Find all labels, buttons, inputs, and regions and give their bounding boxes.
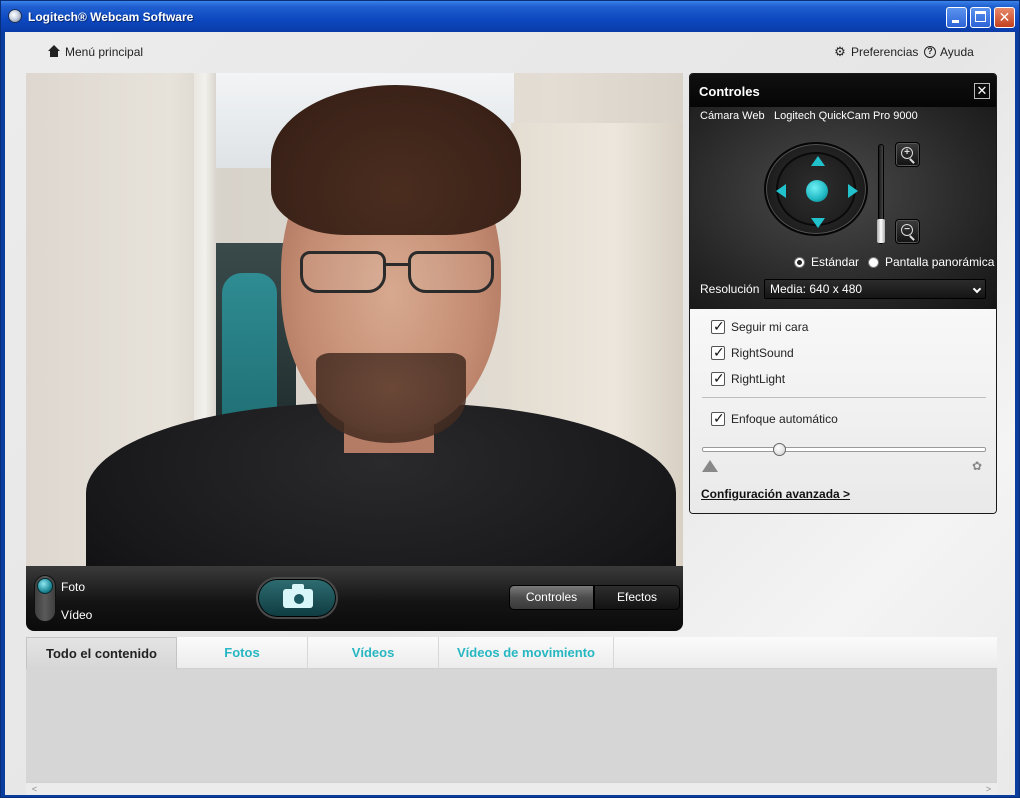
controls-panel-title: Controles	[699, 84, 760, 99]
glasses-lens-right	[408, 251, 494, 293]
client-area: Menú principal ⚙ Preferencias ? Ayuda Fo…	[5, 32, 1015, 795]
minimize-button[interactable]	[946, 7, 967, 28]
preview-toolbar: Foto Vídeo Controles Efectos	[26, 566, 683, 631]
tab-all-content[interactable]: Todo el contenido	[26, 637, 177, 669]
home-link[interactable]: Menú principal	[47, 45, 143, 59]
controls-panel-header: Controles ✕	[690, 74, 996, 107]
resolution-value: Media: 640 x 480	[770, 282, 863, 296]
focus-slider[interactable]	[702, 447, 986, 452]
view-mode-widescreen[interactable]: Pantalla panorámica	[868, 255, 994, 269]
follow-face-label: Seguir mi cara	[731, 320, 809, 334]
glasses-lens-left	[300, 251, 386, 293]
scroll-right-icon[interactable]: >	[982, 784, 995, 795]
zoom-out-button[interactable]: −	[895, 219, 920, 244]
mountain-icon	[702, 460, 718, 472]
rightsound-checkbox[interactable]: RightSound	[711, 344, 794, 361]
effects-toggle-button[interactable]: Efectos	[594, 585, 680, 610]
close-panel-button[interactable]: ✕	[974, 83, 990, 99]
rightlight-label: RightLight	[731, 372, 786, 386]
webcam-app-icon	[8, 9, 22, 23]
maximize-button[interactable]	[970, 7, 991, 28]
title-bar[interactable]: Logitech® Webcam Software ✕	[1, 1, 1019, 32]
zoom-in-button[interactable]: +	[895, 142, 920, 167]
preferences-link[interactable]: ⚙ Preferencias	[833, 44, 919, 60]
view-mode-standard[interactable]: Estándar	[794, 255, 859, 269]
checkbox-rightlight[interactable]	[711, 370, 725, 387]
camera-label: Cámara Web	[700, 110, 765, 122]
resolution-label: Resolución	[700, 282, 760, 296]
toggle-knob	[37, 578, 53, 594]
view-mode-widescreen-label: Pantalla panorámica	[885, 255, 995, 269]
photo-video-toggle[interactable]	[34, 575, 56, 622]
controls-toggle-button[interactable]: Controles	[509, 585, 594, 610]
close-window-button[interactable]: ✕	[994, 7, 1015, 28]
checkbox-autofocus[interactable]	[711, 410, 725, 427]
library-tabbar: Todo el contenido Fotos Vídeos Vídeos de…	[26, 637, 997, 669]
advanced-settings-link[interactable]: Configuración avanzada >	[701, 487, 850, 501]
section-divider	[702, 397, 986, 398]
horizontal-scrollbar[interactable]: < >	[26, 782, 997, 795]
controls-panel: Controles ✕ Cámara Web Logitech QuickCam…	[689, 73, 997, 514]
pan-down-arrow-icon[interactable]	[811, 218, 825, 228]
chevron-down-icon	[972, 284, 982, 294]
help-label: Ayuda	[940, 45, 974, 59]
tab-videos[interactable]: Vídeos	[308, 637, 439, 669]
follow-face-checkbox[interactable]: Seguir mi cara	[711, 318, 809, 335]
zoom-slider[interactable]	[877, 144, 885, 244]
radio-widescreen[interactable]	[868, 256, 879, 268]
top-navigation: Menú principal ⚙ Preferencias ? Ayuda	[5, 32, 1015, 72]
close-icon: ✕	[998, 9, 1011, 25]
preferences-label: Preferencias	[851, 45, 919, 59]
checkbox-rightsound[interactable]	[711, 344, 725, 361]
pan-reset-button[interactable]	[806, 180, 828, 202]
photo-mode-label[interactable]: Foto	[61, 580, 85, 594]
preview-beard	[316, 353, 466, 443]
pan-up-arrow-icon[interactable]	[811, 156, 825, 166]
camera-features-section: Seguir mi cara RightSound RightLight Enf…	[690, 309, 996, 513]
preview-door-frame	[194, 73, 216, 433]
zoom-slider-thumb[interactable]	[877, 219, 885, 243]
tab-photos[interactable]: Fotos	[177, 637, 308, 669]
rightsound-label: RightSound	[731, 346, 794, 360]
home-label: Menú principal	[65, 45, 144, 59]
capture-button[interactable]	[256, 577, 338, 619]
glasses-bridge	[384, 263, 410, 266]
zoom-out-icon: −	[901, 224, 913, 236]
pan-left-arrow-icon[interactable]	[776, 184, 786, 198]
camera-icon	[283, 584, 313, 608]
gear-icon: ⚙	[834, 44, 846, 59]
home-icon	[47, 45, 61, 59]
preview-glasses	[288, 251, 508, 297]
help-link[interactable]: ? Ayuda	[924, 45, 974, 59]
scroll-left-icon[interactable]: <	[28, 784, 41, 795]
pan-right-arrow-icon[interactable]	[848, 184, 858, 198]
focus-slider-thumb[interactable]	[773, 443, 786, 456]
maximize-icon	[975, 11, 986, 22]
help-icon: ?	[924, 46, 936, 58]
zoom-in-icon: +	[901, 147, 913, 159]
minimize-icon	[952, 20, 959, 23]
rightlight-checkbox[interactable]: RightLight	[711, 370, 786, 387]
app-window: Logitech® Webcam Software ✕ Menú princip…	[0, 0, 1020, 798]
preview-hair	[271, 85, 521, 235]
autofocus-label: Enfoque automático	[731, 412, 838, 426]
checkbox-follow-face[interactable]	[711, 318, 725, 335]
window-title: Logitech® Webcam Software	[28, 10, 194, 24]
camera-name: Logitech QuickCam Pro 9000	[774, 110, 918, 122]
resolution-dropdown[interactable]: Media: 640 x 480	[764, 279, 986, 299]
media-library: Todo el contenido Fotos Vídeos Vídeos de…	[26, 637, 997, 795]
tab-motion-videos[interactable]: Vídeos de movimiento	[439, 637, 614, 669]
view-mode-standard-label: Estándar	[811, 255, 860, 269]
flower-icon: ✿	[971, 459, 983, 473]
camera-controls-section: Controles ✕ Cámara Web Logitech QuickCam…	[690, 74, 996, 309]
pan-tilt-pad	[764, 142, 868, 236]
radio-standard[interactable]	[794, 256, 805, 268]
video-mode-label[interactable]: Vídeo	[61, 608, 92, 622]
autofocus-checkbox[interactable]: Enfoque automático	[711, 410, 838, 427]
webcam-preview	[26, 73, 683, 566]
